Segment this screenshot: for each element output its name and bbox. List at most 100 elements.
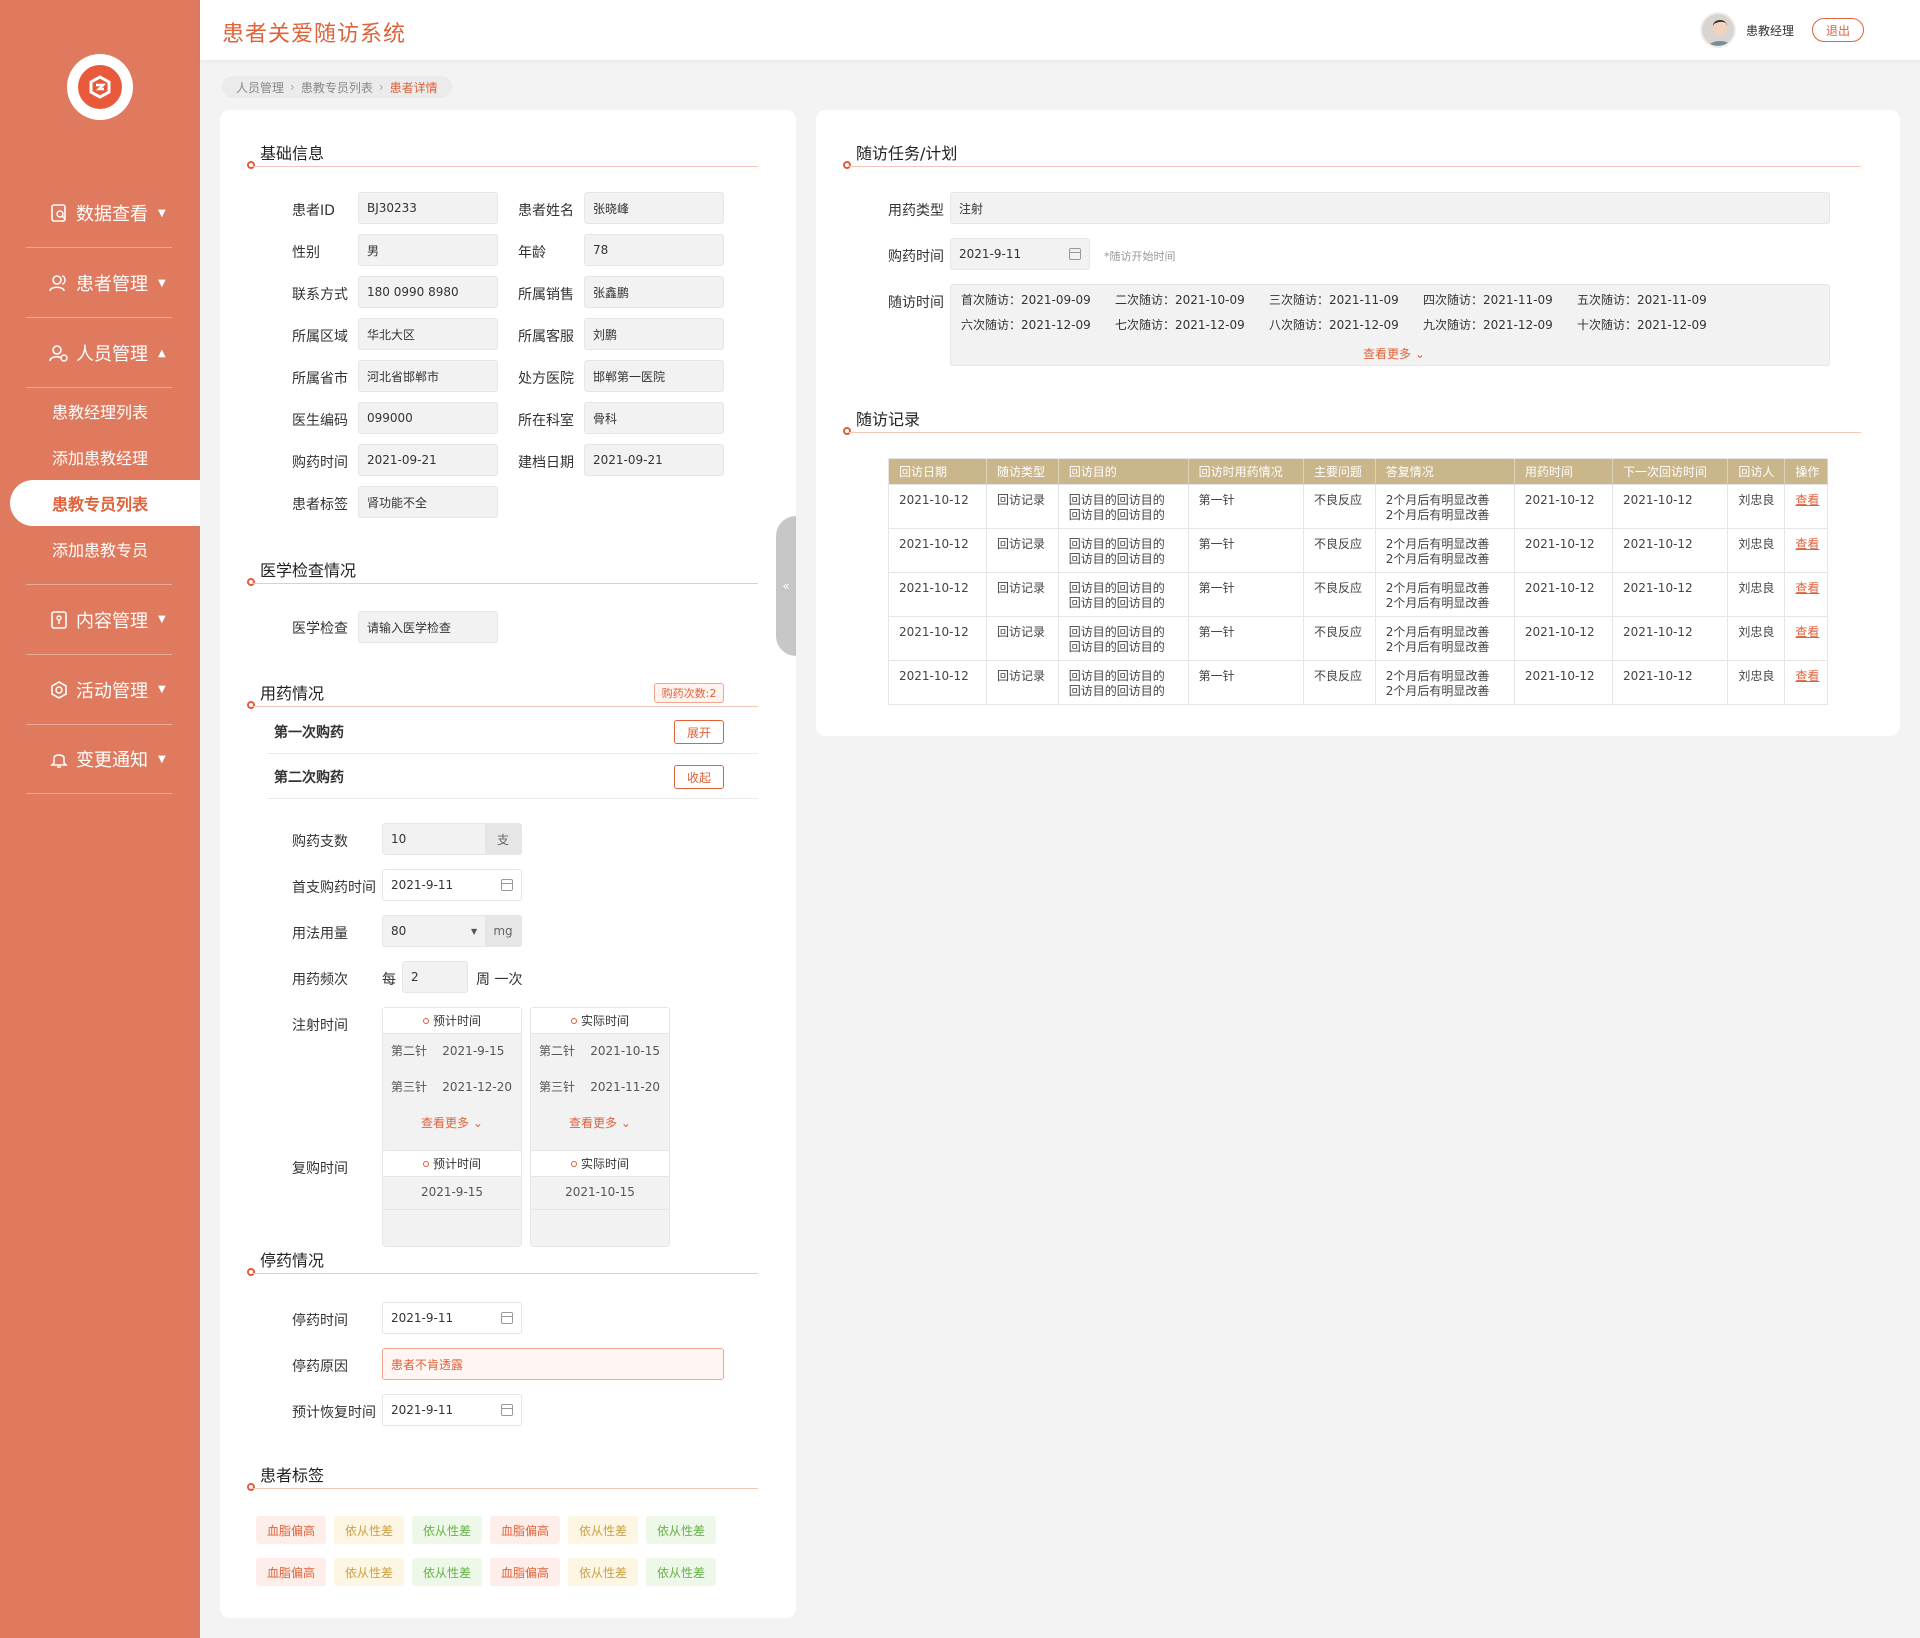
view-link[interactable]: 查看 [1795,493,1819,507]
table-cell: 2021-10-12 [1612,616,1729,661]
field-value: 华北大区 [358,318,498,350]
first-time-datepicker[interactable]: 2021-9-11 [382,869,522,901]
table-cell: 2个月后有明显改善 2个月后有明显改善 [1375,660,1515,705]
table-cell: 2021-10-12 [888,484,988,529]
sub-manager-list[interactable]: 患教经理列表 [0,388,200,434]
field-value: 2021-09-21 [358,444,498,476]
section-dot-icon [247,701,255,709]
field-value: 男 [358,234,498,266]
field-value: 2021-09-21 [584,444,724,476]
expand-button[interactable]: 展开 [674,720,724,744]
bell-icon [48,748,70,770]
patient-detail-panel: 基础信息 医学检查情况 医学检查 请输入医学检查 用药情况 购药次数:2 第一次… [220,110,796,1618]
section-divider [253,1488,758,1489]
buy-time-value: 2021-9-11 [959,247,1022,261]
sub-add-manager[interactable]: 添加患教经理 [0,434,200,480]
table-cell-action: 查看 [1784,572,1828,617]
column-header: 随访类型 [986,458,1059,485]
table-cell: 回访目的回访目的 回访目的回访目的 [1058,572,1189,617]
section-dot-icon [247,578,255,586]
table-cell: 2个月后有明显改善 2个月后有明显改善 [1375,528,1515,573]
view-link[interactable]: 查看 [1795,669,1819,683]
caret-down-icon: ▼ [158,614,166,625]
freq-prefix: 每 [382,972,396,988]
field-label: 患者姓名 [518,203,574,219]
followup-date: 十次随访：2021-12-09 [1577,318,1707,332]
dosage-select[interactable]: 80 ▼ mg [382,915,522,947]
field-label: 处方医院 [518,371,574,387]
freq-input[interactable]: 2 [402,961,468,993]
section-title-medication: 用药情况 [260,684,325,703]
stop-time-datepicker[interactable]: 2021-9-11 [382,1302,522,1334]
field-label: 所属区域 [292,329,348,345]
column-header: 下一次回访时间 [1612,458,1729,485]
qty-input[interactable]: 10 支 [382,823,522,855]
caret-down-icon: ▼ [158,684,166,695]
field-value: 张晓峰 [584,192,724,224]
field-value: 邯郸第一医院 [584,360,724,392]
recover-time-datepicker[interactable]: 2021-9-11 [382,1394,522,1426]
table-cell: 2个月后有明显改善 2个月后有明显改善 [1375,572,1515,617]
table-cell: 2021-10-12 [1514,616,1613,661]
field-value: 肾功能不全 [358,486,498,518]
patient-tag: 依从性差 [646,1558,716,1586]
view-more-link[interactable]: 查看更多 ⌄ [383,1114,521,1131]
section-title-tags: 患者标签 [260,1466,325,1485]
view-more-link[interactable]: 查看更多 ⌄ [1363,345,1425,362]
avatar[interactable] [1700,12,1736,48]
table-cell: 2021-10-12 [1612,660,1729,705]
table-cell: 刘忠良 [1727,572,1786,617]
med-type-label: 用药类型 [888,203,944,219]
followup-date: 七次随访：2021-12-09 [1115,318,1245,332]
calendar-icon [501,1404,513,1416]
medical-check-input[interactable]: 请输入医学检查 [358,611,498,643]
field-label: 患者标签 [292,497,348,513]
view-link[interactable]: 查看 [1795,625,1819,639]
qty-unit: 支 [485,824,521,854]
view-more-link[interactable]: 查看更多 ⌄ [531,1114,669,1131]
table-cell: 回访记录 [986,572,1059,617]
nav-data-view[interactable]: 数据查看 ▼ [0,178,200,248]
followup-date: 二次随访：2021-10-09 [1115,293,1245,307]
patient-tag: 血脂偏高 [490,1516,560,1544]
dot-icon [570,1017,577,1024]
view-link[interactable]: 查看 [1795,537,1819,551]
recover-time-value: 2021-9-11 [391,1403,454,1417]
nav-change-notice[interactable]: 变更通知 ▼ [26,724,172,794]
patient-tag: 依从性差 [646,1516,716,1544]
dosage-unit: mg [485,916,521,946]
sub-add-specialist[interactable]: 添加患教专员 [0,526,200,572]
nav-staff-mgmt[interactable]: 人员管理 ▲ [0,318,200,388]
logout-button[interactable]: 退出 [1812,18,1864,42]
followup-records-table: 回访日期 随访类型 回访目的 回访时用药情况 主要问题 答复情况 用药时间 下一次回访时间 回访… [888,458,1828,705]
nav-activity-mgmt[interactable]: 活动管理 ▼ [26,654,172,724]
freq-suffix: 周 一次 [476,972,523,988]
stop-reason-input[interactable]: 患者不肯透露 [382,1348,724,1380]
chevron-down-icon: ⌄ [620,1116,631,1130]
table-cell: 不良反应 [1303,660,1376,705]
breadcrumb-item[interactable]: 患教专员列表 [301,79,373,96]
actual-row: 第三针 2021-11-20 [539,1080,661,1094]
table-cell: 回访记录 [986,660,1059,705]
field-label: 所在科室 [518,413,574,429]
freq-label: 用药频次 [292,972,348,988]
column-header: 回访目的 [1058,458,1189,485]
patient-tag: 血脂偏高 [256,1516,326,1544]
field-label: 医生编码 [292,413,348,429]
collapse-button[interactable]: 收起 [674,765,724,789]
table-cell: 刘忠良 [1727,484,1786,529]
sub-specialist-list[interactable]: 患教专员列表 [10,480,200,526]
collapse-panel-handle[interactable]: « [776,516,796,656]
buy-time-datepicker[interactable]: 2021-9-11 [950,238,1090,270]
chevron-right-icon: › [290,80,295,94]
field-label: 所属销售 [518,287,574,303]
nav-patient-mgmt[interactable]: 患者管理 ▼ [0,248,200,318]
breadcrumb-item[interactable]: 人员管理 [236,79,284,96]
view-link[interactable]: 查看 [1795,581,1819,595]
table-cell: 回访记录 [986,528,1059,573]
patient-tag: 依从性差 [334,1558,404,1586]
planned-injection-box: 预计时间 第二针 2021-9-15 第三针 2021-12-20 查看更多 ⌄ [382,1007,522,1247]
nav-content-mgmt[interactable]: 内容管理 ▼ [26,584,172,654]
patient-tag: 依从性差 [412,1516,482,1544]
column-header: 回访人 [1727,458,1786,485]
